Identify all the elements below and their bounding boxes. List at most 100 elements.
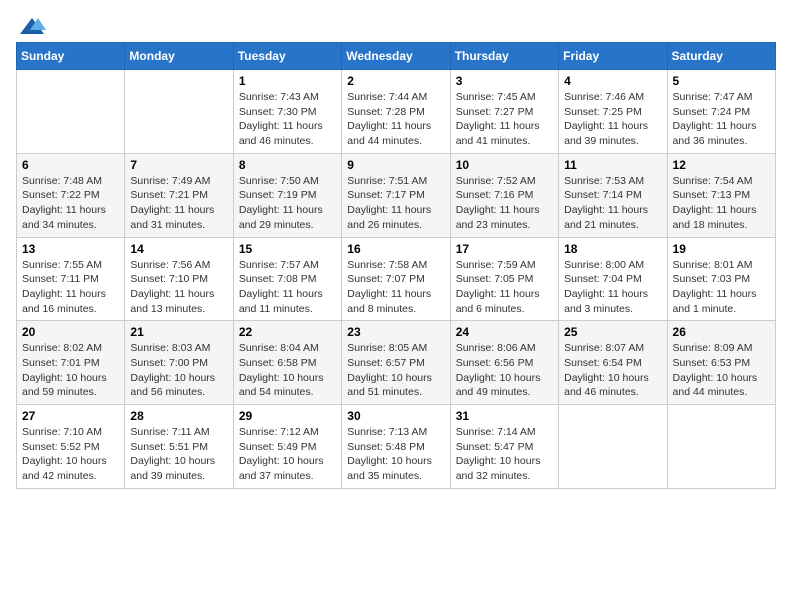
day-info: Sunrise: 7:52 AM Sunset: 7:16 PM Dayligh… (456, 174, 553, 233)
day-number: 18 (564, 242, 661, 256)
calendar-week-row: 6 Sunrise: 7:48 AM Sunset: 7:22 PM Daylig… (17, 153, 776, 237)
day-info: Sunrise: 8:04 AM Sunset: 6:58 PM Dayligh… (239, 341, 336, 400)
day-info: Sunrise: 8:06 AM Sunset: 6:56 PM Dayligh… (456, 341, 553, 400)
calendar-week-row: 13 Sunrise: 7:55 AM Sunset: 7:11 PM Dayli… (17, 237, 776, 321)
calendar-cell: 4 Sunrise: 7:46 AM Sunset: 7:25 PM Daylig… (559, 70, 667, 154)
day-number: 10 (456, 158, 553, 172)
logo (16, 16, 46, 32)
day-number: 4 (564, 74, 661, 88)
day-number: 13 (22, 242, 119, 256)
calendar-cell: 21 Sunrise: 8:03 AM Sunset: 7:00 PM Dayli… (125, 321, 233, 405)
weekday-header: Saturday (667, 43, 775, 70)
calendar-cell: 29 Sunrise: 7:12 AM Sunset: 5:49 PM Dayli… (233, 405, 341, 489)
calendar-cell (125, 70, 233, 154)
day-info: Sunrise: 7:10 AM Sunset: 5:52 PM Dayligh… (22, 425, 119, 484)
calendar-cell: 14Sunrise: 7:56 AM Sunset: 7:10 PM Dayli… (125, 237, 233, 321)
calendar-week-row: 27 Sunrise: 7:10 AM Sunset: 5:52 PM Dayli… (17, 405, 776, 489)
calendar-cell: 12 Sunrise: 7:54 AM Sunset: 7:13 PM Dayli… (667, 153, 775, 237)
day-number: 26 (673, 325, 770, 339)
day-info: Sunrise: 7:47 AM Sunset: 7:24 PM Dayligh… (673, 90, 770, 149)
day-info: Sunrise: 7:48 AM Sunset: 7:22 PM Dayligh… (22, 174, 119, 233)
calendar-cell: 26 Sunrise: 8:09 AM Sunset: 6:53 PM Dayli… (667, 321, 775, 405)
day-info: Sunrise: 7:55 AM Sunset: 7:11 PM Dayligh… (22, 258, 119, 317)
calendar-cell: 23 Sunrise: 8:05 AM Sunset: 6:57 PM Dayli… (342, 321, 450, 405)
day-number: 6 (22, 158, 119, 172)
day-number: 2 (347, 74, 444, 88)
calendar-cell: 1 Sunrise: 7:43 AM Sunset: 7:30 PM Daylig… (233, 70, 341, 154)
day-info: Sunrise: 7:49 AM Sunset: 7:21 PM Dayligh… (130, 174, 227, 233)
day-info: Sunrise: 7:51 AM Sunset: 7:17 PM Dayligh… (347, 174, 444, 233)
day-number: 9 (347, 158, 444, 172)
weekday-header: Tuesday (233, 43, 341, 70)
calendar-cell: 10 Sunrise: 7:52 AM Sunset: 7:16 PM Dayli… (450, 153, 558, 237)
day-info: Sunrise: 8:02 AM Sunset: 7:01 PM Dayligh… (22, 341, 119, 400)
calendar-week-row: 1 Sunrise: 7:43 AM Sunset: 7:30 PM Daylig… (17, 70, 776, 154)
day-number: 15 (239, 242, 336, 256)
calendar-cell: 28 Sunrise: 7:11 AM Sunset: 5:51 PM Dayli… (125, 405, 233, 489)
day-info: Sunrise: 7:11 AM Sunset: 5:51 PM Dayligh… (130, 425, 227, 484)
calendar-cell: 31 Sunrise: 7:14 AM Sunset: 5:47 PM Dayli… (450, 405, 558, 489)
calendar-cell: 2 Sunrise: 7:44 AM Sunset: 7:28 PM Daylig… (342, 70, 450, 154)
day-info: Sunrise: 7:53 AM Sunset: 7:14 PM Dayligh… (564, 174, 661, 233)
calendar-table: SundayMondayTuesdayWednesdayThursdayFrid… (16, 42, 776, 489)
day-info: Sunrise: 7:14 AM Sunset: 5:47 PM Dayligh… (456, 425, 553, 484)
calendar-cell (667, 405, 775, 489)
day-number: 31 (456, 409, 553, 423)
day-number: 23 (347, 325, 444, 339)
day-info: Sunrise: 7:13 AM Sunset: 5:48 PM Dayligh… (347, 425, 444, 484)
day-number: 1 (239, 74, 336, 88)
day-number: 16 (347, 242, 444, 256)
day-number: 19 (673, 242, 770, 256)
day-number: 8 (239, 158, 336, 172)
logo-icon (18, 16, 46, 36)
day-number: 24 (456, 325, 553, 339)
day-number: 30 (347, 409, 444, 423)
calendar-cell: 6 Sunrise: 7:48 AM Sunset: 7:22 PM Daylig… (17, 153, 125, 237)
day-number: 22 (239, 325, 336, 339)
calendar-cell: 7Sunrise: 7:49 AM Sunset: 7:21 PM Daylig… (125, 153, 233, 237)
day-number: 20 (22, 325, 119, 339)
calendar-week-row: 20 Sunrise: 8:02 AM Sunset: 7:01 PM Dayli… (17, 321, 776, 405)
day-info: Sunrise: 7:56 AM Sunset: 7:10 PM Dayligh… (130, 258, 227, 317)
day-info: Sunrise: 7:54 AM Sunset: 7:13 PM Dayligh… (673, 174, 770, 233)
day-info: Sunrise: 8:00 AM Sunset: 7:04 PM Dayligh… (564, 258, 661, 317)
day-number: 12 (673, 158, 770, 172)
calendar-cell: 3Sunrise: 7:45 AM Sunset: 7:27 PM Daylig… (450, 70, 558, 154)
calendar-cell: 17 Sunrise: 7:59 AM Sunset: 7:05 PM Dayli… (450, 237, 558, 321)
calendar-cell: 9 Sunrise: 7:51 AM Sunset: 7:17 PM Daylig… (342, 153, 450, 237)
day-info: Sunrise: 7:12 AM Sunset: 5:49 PM Dayligh… (239, 425, 336, 484)
weekday-header: Monday (125, 43, 233, 70)
calendar-cell: 20 Sunrise: 8:02 AM Sunset: 7:01 PM Dayli… (17, 321, 125, 405)
day-info: Sunrise: 7:43 AM Sunset: 7:30 PM Dayligh… (239, 90, 336, 149)
calendar-cell: 5Sunrise: 7:47 AM Sunset: 7:24 PM Daylig… (667, 70, 775, 154)
day-info: Sunrise: 8:07 AM Sunset: 6:54 PM Dayligh… (564, 341, 661, 400)
weekday-header: Wednesday (342, 43, 450, 70)
day-info: Sunrise: 8:03 AM Sunset: 7:00 PM Dayligh… (130, 341, 227, 400)
weekday-header: Thursday (450, 43, 558, 70)
day-number: 3 (456, 74, 553, 88)
calendar-cell: 24 Sunrise: 8:06 AM Sunset: 6:56 PM Dayli… (450, 321, 558, 405)
weekday-header: Sunday (17, 43, 125, 70)
day-info: Sunrise: 7:59 AM Sunset: 7:05 PM Dayligh… (456, 258, 553, 317)
day-info: Sunrise: 8:01 AM Sunset: 7:03 PM Dayligh… (673, 258, 770, 317)
calendar-cell: 19 Sunrise: 8:01 AM Sunset: 7:03 PM Dayli… (667, 237, 775, 321)
day-info: Sunrise: 8:05 AM Sunset: 6:57 PM Dayligh… (347, 341, 444, 400)
calendar-cell: 18 Sunrise: 8:00 AM Sunset: 7:04 PM Dayli… (559, 237, 667, 321)
day-number: 28 (130, 409, 227, 423)
calendar-header-row: SundayMondayTuesdayWednesdayThursdayFrid… (17, 43, 776, 70)
day-info: Sunrise: 7:46 AM Sunset: 7:25 PM Dayligh… (564, 90, 661, 149)
calendar-cell: 25Sunrise: 8:07 AM Sunset: 6:54 PM Dayli… (559, 321, 667, 405)
calendar-cell: 8 Sunrise: 7:50 AM Sunset: 7:19 PM Daylig… (233, 153, 341, 237)
day-number: 21 (130, 325, 227, 339)
day-info: Sunrise: 7:57 AM Sunset: 7:08 PM Dayligh… (239, 258, 336, 317)
day-info: Sunrise: 7:44 AM Sunset: 7:28 PM Dayligh… (347, 90, 444, 149)
day-number: 27 (22, 409, 119, 423)
day-info: Sunrise: 7:50 AM Sunset: 7:19 PM Dayligh… (239, 174, 336, 233)
calendar-cell: 30 Sunrise: 7:13 AM Sunset: 5:48 PM Dayli… (342, 405, 450, 489)
calendar-cell: 13 Sunrise: 7:55 AM Sunset: 7:11 PM Dayli… (17, 237, 125, 321)
day-info: Sunrise: 8:09 AM Sunset: 6:53 PM Dayligh… (673, 341, 770, 400)
weekday-header: Friday (559, 43, 667, 70)
day-number: 17 (456, 242, 553, 256)
calendar-cell: 27 Sunrise: 7:10 AM Sunset: 5:52 PM Dayli… (17, 405, 125, 489)
day-number: 29 (239, 409, 336, 423)
